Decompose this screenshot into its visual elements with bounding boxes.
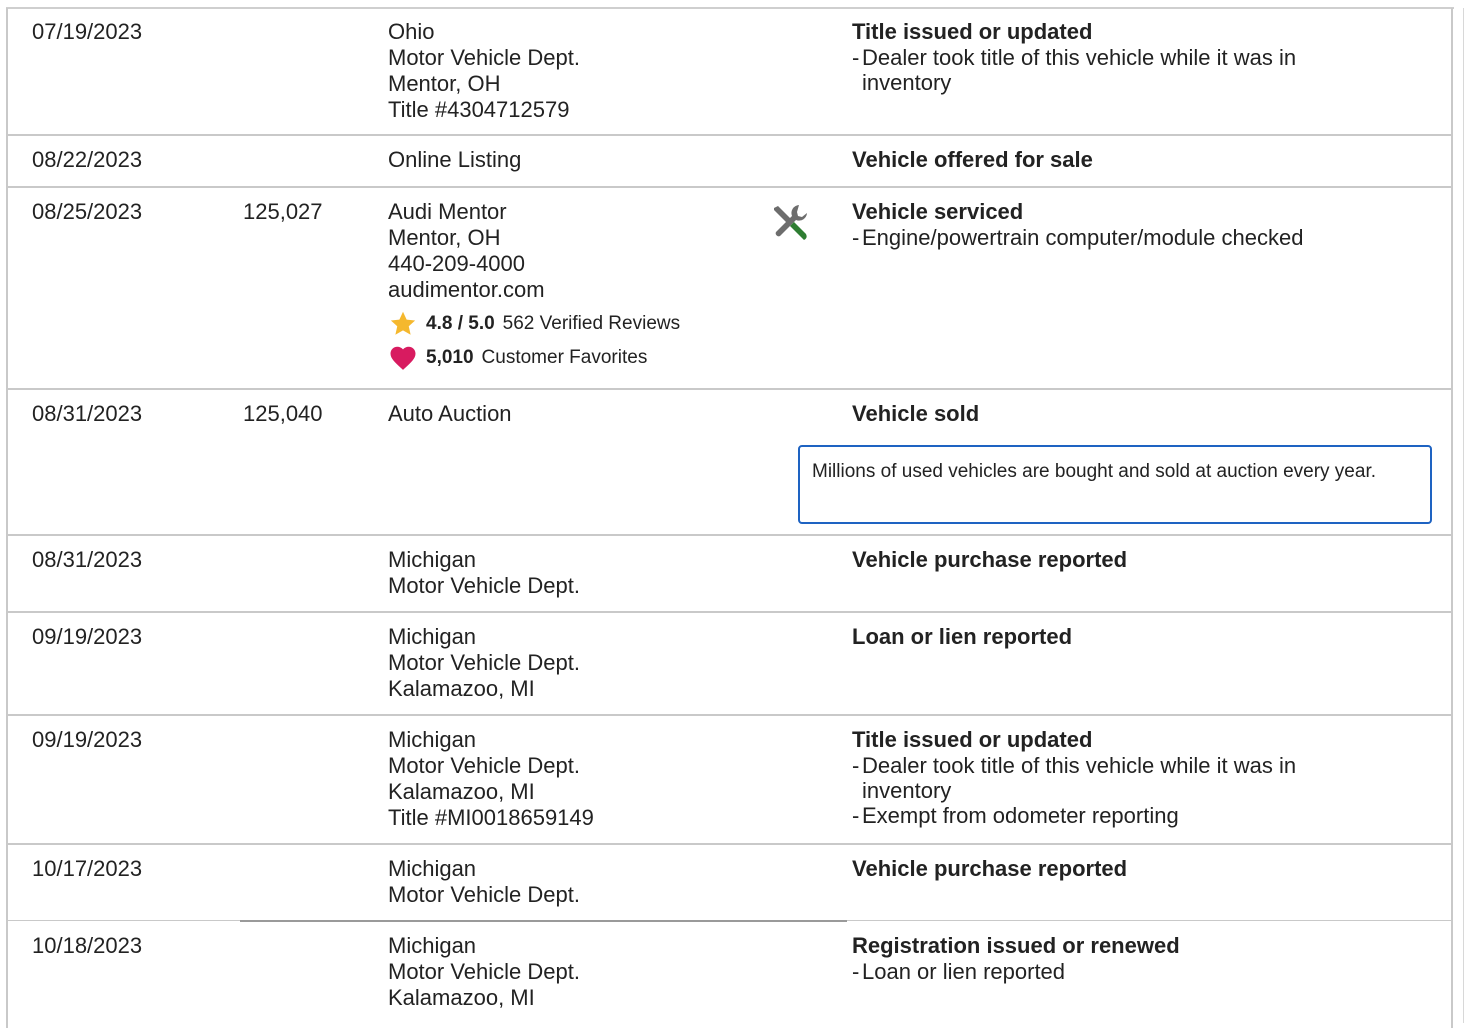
source-line: Michigan [388, 547, 477, 572]
row-event: Vehicle offered for sale [852, 147, 1442, 173]
row-source: Michigan Motor Vehicle Dept. Kalamazoo, … [388, 624, 580, 702]
table-row: 10/18/2023 Michigan Motor Vehicle Dept. … [8, 922, 1451, 1028]
event-title: Vehicle purchase reported [852, 856, 1128, 881]
event-title: Registration issued or renewed [852, 933, 1180, 958]
event-detail: - Engine/powertrain computer/module check… [852, 225, 1304, 250]
table-row: 08/31/2023 Michigan Motor Vehicle Dept. … [8, 536, 1451, 613]
source-line: Motor Vehicle Dept. [388, 573, 580, 598]
table-row: 08/25/2023 125,027 Audi Mentor Mentor, O… [8, 188, 1451, 390]
favorites-label: Customer Favorites [481, 347, 648, 368]
auction-note: Millions of used vehicles are bought and… [798, 445, 1432, 524]
row-source: Auto Auction [388, 401, 512, 427]
source-line: Auto Auction [388, 401, 512, 426]
event-title: Vehicle sold [852, 401, 980, 426]
table-row: 08/31/2023 125,040 Auto Auction Vehicle … [8, 390, 1451, 536]
table-row: 07/19/2023 Ohio Motor Vehicle Dept. Ment… [8, 8, 1451, 136]
source-line: Motor Vehicle Dept. [388, 45, 580, 70]
source-line: Motor Vehicle Dept. [388, 753, 580, 778]
dealer-name: Audi Mentor [388, 199, 507, 224]
source-line: Ohio [388, 19, 435, 44]
row-source: Michigan Motor Vehicle Dept. [388, 547, 580, 599]
event-title: Title issued or updated [852, 19, 1093, 44]
row-event: Loan or lien reported [852, 624, 1442, 650]
row-source: Michigan Motor Vehicle Dept. Kalamazoo, … [388, 727, 594, 831]
event-detail: - Exempt from odometer reporting [852, 803, 1179, 828]
source-line: Title #MI0018659149 [388, 805, 594, 830]
event-title: Title issued or updated [852, 727, 1093, 752]
row-source: Michigan Motor Vehicle Dept. Kalamazoo, … [388, 933, 580, 1011]
scroll-track [1463, 8, 1464, 1023]
event-title: Loan or lien reported [852, 624, 1073, 649]
dealer-website[interactable]: audimentor.com [388, 277, 680, 303]
row-date: 08/22/2023 [32, 147, 143, 172]
row-source: Online Listing [388, 147, 521, 173]
rating-score: 4.8 / 5.0 [426, 313, 495, 334]
row-date: 08/25/2023 [32, 199, 143, 224]
table-row: 08/22/2023 Online Listing Vehicle offere… [8, 136, 1451, 188]
source-line: Kalamazoo, MI [388, 985, 535, 1010]
table-row: 09/19/2023 Michigan Motor Vehicle Dept. … [8, 613, 1451, 716]
event-title: Vehicle purchase reported [852, 547, 1128, 572]
row-event: Vehicle serviced - Engine/powertrain comp… [852, 199, 1442, 250]
event-detail: - Loan or lien reported [852, 959, 1066, 984]
row-date: 09/19/2023 [32, 624, 143, 649]
star-icon [388, 309, 418, 339]
row-event: Registration issued or renewed - Loan or … [852, 933, 1442, 984]
source-line: Michigan [388, 856, 477, 881]
row-date: 07/19/2023 [32, 19, 143, 44]
event-detail: - Dealer took title of this vehicle while… [852, 753, 1297, 803]
row-date: 10/17/2023 [32, 856, 143, 881]
dealer-favorites[interactable]: 5,010 Customer Favorites [388, 343, 680, 373]
service-tools-icon [768, 202, 810, 244]
event-title: Vehicle offered for sale [852, 147, 1093, 172]
row-source: Ohio Motor Vehicle Dept. Mentor, OH Titl… [388, 19, 580, 123]
source-line: Michigan [388, 727, 477, 752]
row-event: Vehicle purchase reported [852, 547, 1442, 573]
source-line: Michigan [388, 624, 477, 649]
row-odometer: 125,040 [243, 401, 323, 426]
row-source: Michigan Motor Vehicle Dept. [388, 856, 580, 908]
row-odometer: 125,027 [243, 199, 323, 224]
source-line: Kalamazoo, MI [388, 779, 535, 804]
row-event: Title issued or updated - Dealer took tit… [852, 19, 1442, 95]
source-line: Motor Vehicle Dept. [388, 650, 580, 675]
event-detail: - Dealer took title of this vehicle while… [852, 45, 1297, 95]
source-line: Kalamazoo, MI [388, 676, 535, 701]
rating-reviews: 562 Verified Reviews [502, 313, 681, 334]
row-date: 08/31/2023 [32, 401, 143, 426]
favorites-count: 5,010 [426, 347, 474, 368]
row-date: 09/19/2023 [32, 727, 143, 752]
dealer-rating[interactable]: 4.8 / 5.0 562 Verified Reviews [388, 309, 680, 339]
source-line: Michigan [388, 933, 477, 958]
table-row: 10/17/2023 Michigan Motor Vehicle Dept. … [8, 845, 1451, 921]
source-line: Online Listing [388, 147, 522, 172]
row-source: Audi Mentor Mentor, OH 440-209-4000 audi… [388, 199, 680, 373]
row-event: Vehicle sold [852, 401, 1442, 427]
row-date: 10/18/2023 [32, 933, 143, 958]
dealer-location: Mentor, OH [388, 225, 501, 250]
source-line: Title #4304712579 [388, 97, 570, 122]
source-line: Mentor, OH [388, 71, 501, 96]
row-date: 08/31/2023 [32, 547, 143, 572]
source-line: Motor Vehicle Dept. [388, 882, 580, 907]
event-title: Vehicle serviced [852, 199, 1024, 224]
dealer-phone[interactable]: 440-209-4000 [388, 251, 680, 277]
row-event: Vehicle purchase reported [852, 856, 1442, 882]
row-event: Title issued or updated - Dealer took tit… [852, 727, 1442, 828]
heart-icon [388, 343, 418, 373]
table-row: 09/19/2023 Michigan Motor Vehicle Dept. … [8, 716, 1451, 845]
source-line: Motor Vehicle Dept. [388, 959, 580, 984]
history-table: 07/19/2023 Ohio Motor Vehicle Dept. Ment… [6, 8, 1453, 1028]
